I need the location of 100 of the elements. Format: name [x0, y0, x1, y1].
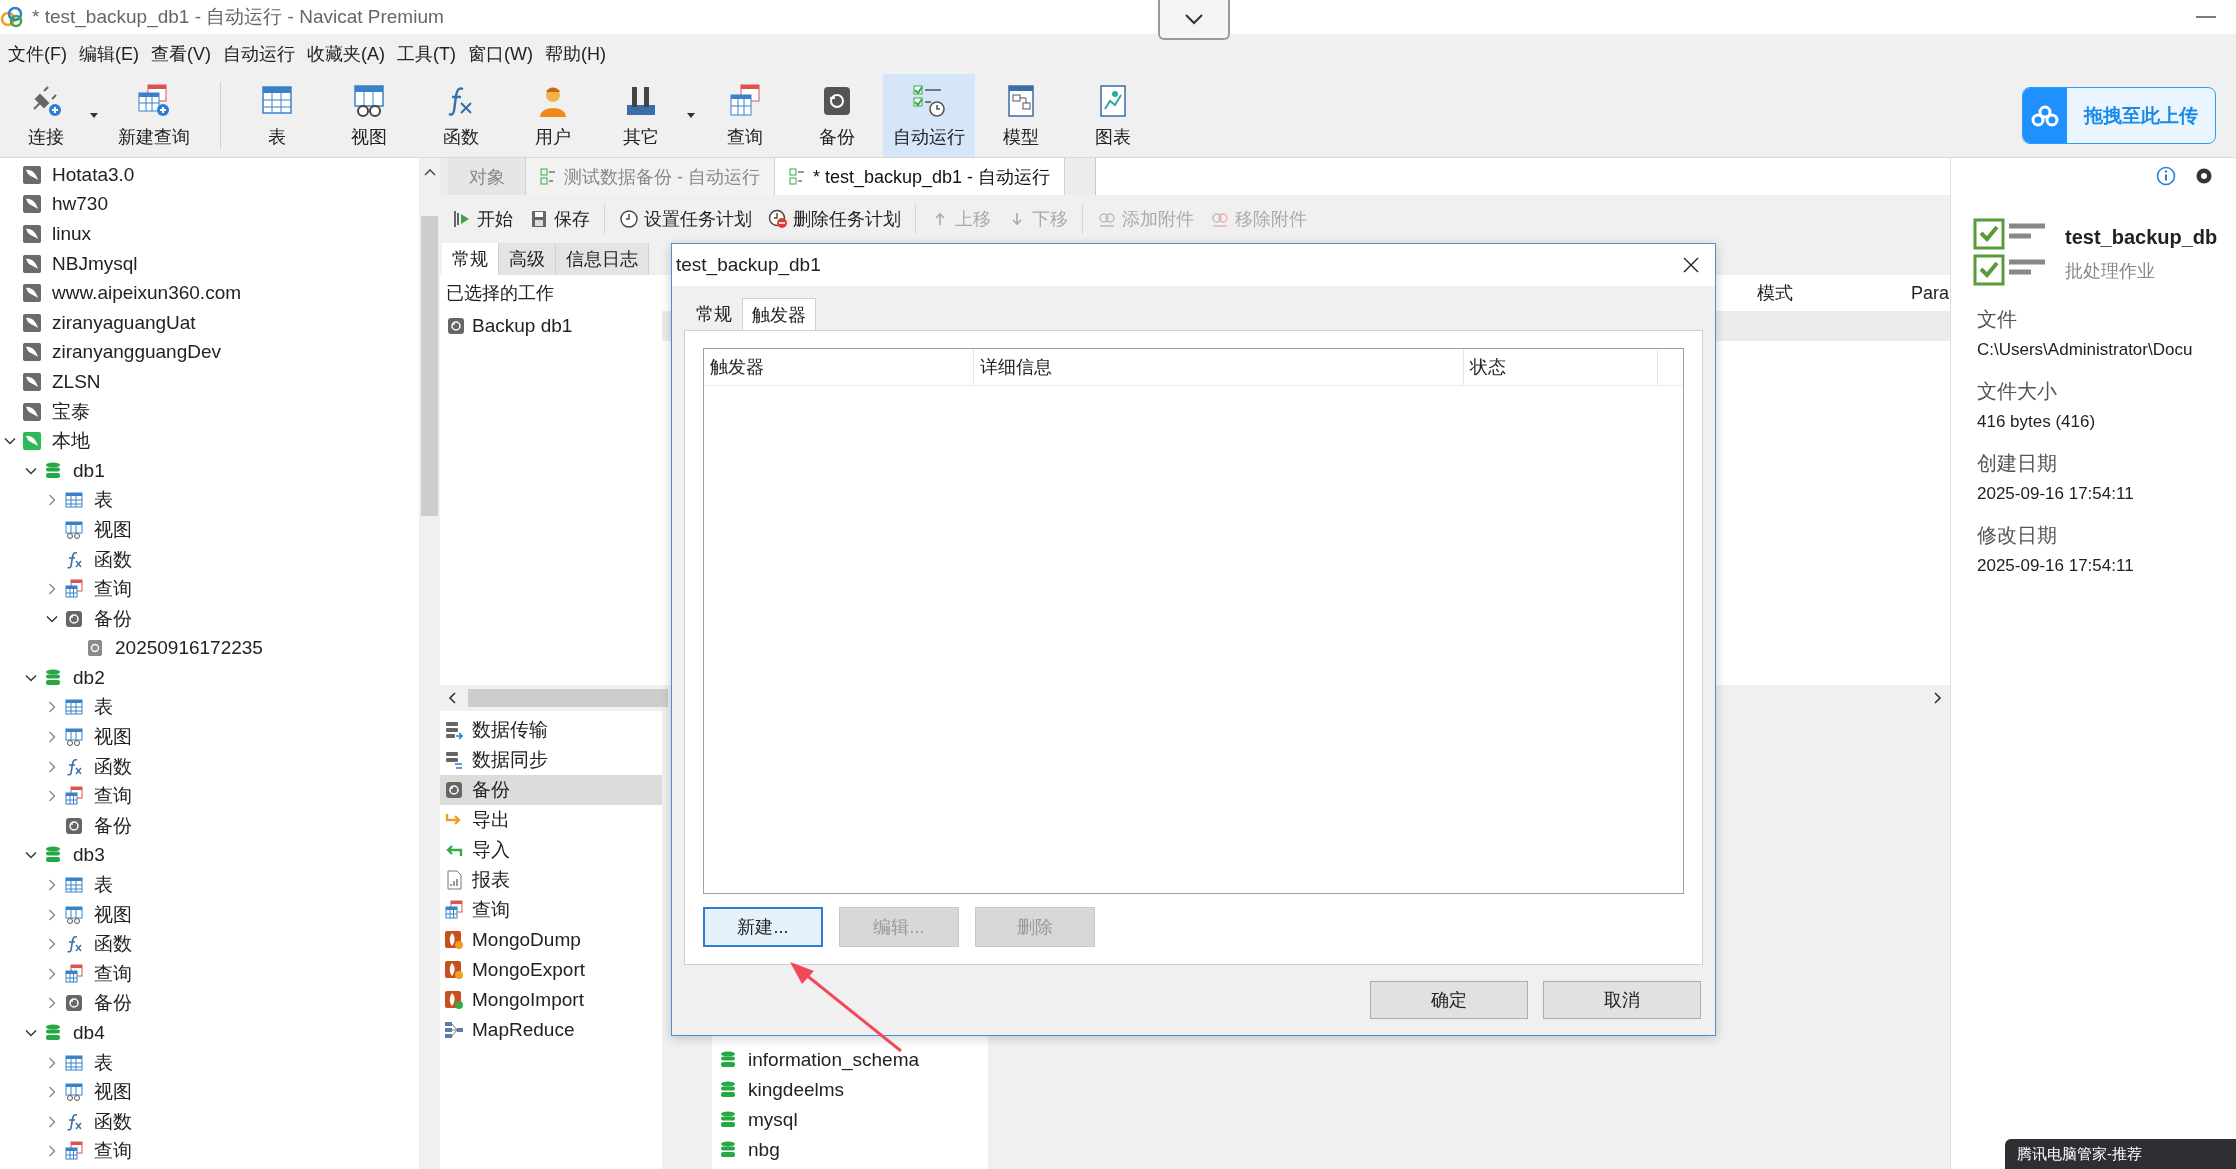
- menu-item[interactable]: 自动运行: [217, 42, 301, 66]
- tree-item[interactable]: 视图: [94, 901, 132, 928]
- menu-item[interactable]: 收藏夹(A): [301, 42, 391, 66]
- tree-item[interactable]: 查询: [94, 960, 132, 987]
- chevron-right-icon[interactable]: [46, 731, 58, 744]
- menu-item[interactable]: 窗口(W): [461, 42, 539, 66]
- job-type-item[interactable]: 导入: [440, 835, 662, 865]
- database-item[interactable]: kingdeelms: [748, 1079, 845, 1101]
- tree-item[interactable]: db3: [73, 844, 105, 867]
- job-type-item[interactable]: 备份: [440, 775, 662, 805]
- dropdown-caret-icon[interactable]: [90, 113, 98, 118]
- dialog-button[interactable]: 新建...: [703, 907, 823, 947]
- tab[interactable]: 信息日志: [556, 243, 649, 275]
- menu-item[interactable]: 帮助(H): [538, 42, 612, 66]
- menu-item[interactable]: 文件(F): [2, 42, 73, 66]
- tree-item[interactable]: 宝泰: [52, 398, 90, 425]
- toolbar-button[interactable]: 图表: [1067, 74, 1159, 157]
- toolbar-button[interactable]: 查询: [699, 74, 791, 157]
- minimize-icon[interactable]: [2196, 15, 2216, 19]
- tree-item[interactable]: ziranyangguangDev: [52, 341, 221, 364]
- tree-item[interactable]: 本地: [52, 428, 90, 455]
- toolbar-button[interactable]: 用户: [507, 74, 599, 157]
- chevron-right-icon[interactable]: [46, 1056, 58, 1069]
- tab[interactable]: 触发器: [742, 298, 816, 330]
- dropdown-caret-icon[interactable]: [687, 113, 695, 118]
- menu-item[interactable]: 查看(V): [145, 42, 217, 66]
- info-icon[interactable]: [2156, 166, 2176, 186]
- tree-item[interactable]: 20250916172235: [115, 637, 263, 660]
- toolbar-button[interactable]: 函数: [415, 74, 507, 157]
- menu-item[interactable]: 工具(T): [391, 42, 462, 66]
- job-type-item[interactable]: MongoDump: [440, 925, 662, 955]
- job-type-item[interactable]: 查询: [440, 895, 662, 925]
- chevron-right-icon[interactable]: [46, 879, 58, 892]
- tree-item[interactable]: 视图: [94, 516, 132, 543]
- scroll-up-icon[interactable]: [423, 168, 436, 176]
- chevron-right-icon[interactable]: [46, 1115, 58, 1128]
- eye-icon[interactable]: [2194, 166, 2214, 186]
- tree-item[interactable]: 备份: [94, 605, 132, 632]
- close-icon[interactable]: [1683, 257, 1699, 273]
- job-type-item[interactable]: 数据同步: [440, 745, 662, 775]
- toolbar-button[interactable]: 视图: [323, 74, 415, 157]
- tree-item[interactable]: db2: [73, 666, 105, 689]
- tree-item[interactable]: 视图: [94, 1079, 132, 1106]
- tree-item[interactable]: 备份: [94, 812, 132, 839]
- toolbar-button[interactable]: 连接: [6, 74, 86, 157]
- column-header[interactable]: 触发器: [704, 349, 974, 385]
- scroll-left-icon[interactable]: [448, 692, 456, 704]
- database-item[interactable]: mysql: [748, 1109, 798, 1131]
- toolbar-button[interactable]: 删除任务计划: [762, 207, 907, 231]
- notification-popup[interactable]: 腾讯电脑管家-推荐: [2005, 1139, 2236, 1169]
- column-header[interactable]: 详细信息: [974, 349, 1464, 385]
- database-item[interactable]: nbg: [748, 1139, 780, 1161]
- chevron-right-icon[interactable]: [46, 938, 58, 951]
- job-type-item[interactable]: 报表: [440, 865, 662, 895]
- database-item[interactable]: information_schema: [748, 1049, 920, 1071]
- chevron-down-icon[interactable]: [25, 1027, 37, 1039]
- tab[interactable]: 高级: [499, 243, 556, 275]
- chevron-right-icon[interactable]: [46, 908, 58, 921]
- tab[interactable]: 常规: [442, 243, 499, 275]
- column-header[interactable]: 状态: [1464, 349, 1658, 385]
- tree-item[interactable]: 视图: [94, 724, 132, 751]
- chevron-right-icon[interactable]: [46, 997, 58, 1010]
- chevron-right-icon[interactable]: [46, 790, 58, 803]
- scrollbar-thumb[interactable]: [468, 689, 668, 707]
- job-item[interactable]: Backup db1: [440, 311, 662, 341]
- toolbar-button[interactable]: 开始: [446, 207, 519, 231]
- chevron-right-icon[interactable]: [46, 967, 58, 980]
- toolbar-button[interactable]: 备份: [791, 74, 883, 157]
- toolbar-button[interactable]: 设置任务计划: [613, 207, 758, 231]
- tree-item[interactable]: www.aipeixun360.com: [52, 282, 242, 305]
- tree-item[interactable]: ziranyaguangUat: [52, 311, 196, 334]
- chevron-right-icon[interactable]: [46, 583, 58, 596]
- tree-item[interactable]: 查询: [94, 576, 132, 603]
- tree-item[interactable]: 表: [94, 694, 113, 721]
- tree-item[interactable]: db1: [73, 459, 105, 482]
- toolbar-button[interactable]: 新建查询: [102, 74, 206, 157]
- tree-item[interactable]: 函数: [94, 546, 132, 573]
- tree-item[interactable]: 查询: [94, 783, 132, 810]
- tree-item[interactable]: 查询: [94, 1138, 132, 1165]
- tree-item[interactable]: hw730: [52, 193, 108, 216]
- tree-item[interactable]: 函数: [94, 1108, 132, 1135]
- job-type-item[interactable]: 数据传输: [440, 715, 662, 745]
- menu-item[interactable]: 编辑(E): [73, 42, 145, 66]
- toolbar-button[interactable]: 其它: [599, 74, 683, 157]
- tree-item[interactable]: ZLSN: [52, 370, 101, 393]
- tree-item[interactable]: NBJmysql: [52, 252, 138, 275]
- chevron-right-icon[interactable]: [46, 494, 58, 507]
- tree-item[interactable]: db4: [73, 1022, 105, 1044]
- tree-item[interactable]: 表: [94, 1049, 113, 1076]
- dialog-button[interactable]: 确定: [1370, 981, 1528, 1019]
- chevron-right-icon[interactable]: [46, 701, 58, 714]
- tree-item[interactable]: 表: [94, 487, 113, 514]
- toolbar-button[interactable]: 模型: [975, 74, 1067, 157]
- job-type-item[interactable]: 导出: [440, 805, 662, 835]
- tree-item[interactable]: Hotata3.0: [52, 163, 135, 186]
- chevron-right-icon[interactable]: [46, 760, 58, 773]
- tree-item[interactable]: 表: [94, 872, 113, 899]
- chevron-right-icon[interactable]: [46, 1086, 58, 1099]
- tree-item[interactable]: 函数: [94, 753, 132, 780]
- document-tab[interactable]: * test_backup_db1 - 自动运行: [775, 158, 1066, 195]
